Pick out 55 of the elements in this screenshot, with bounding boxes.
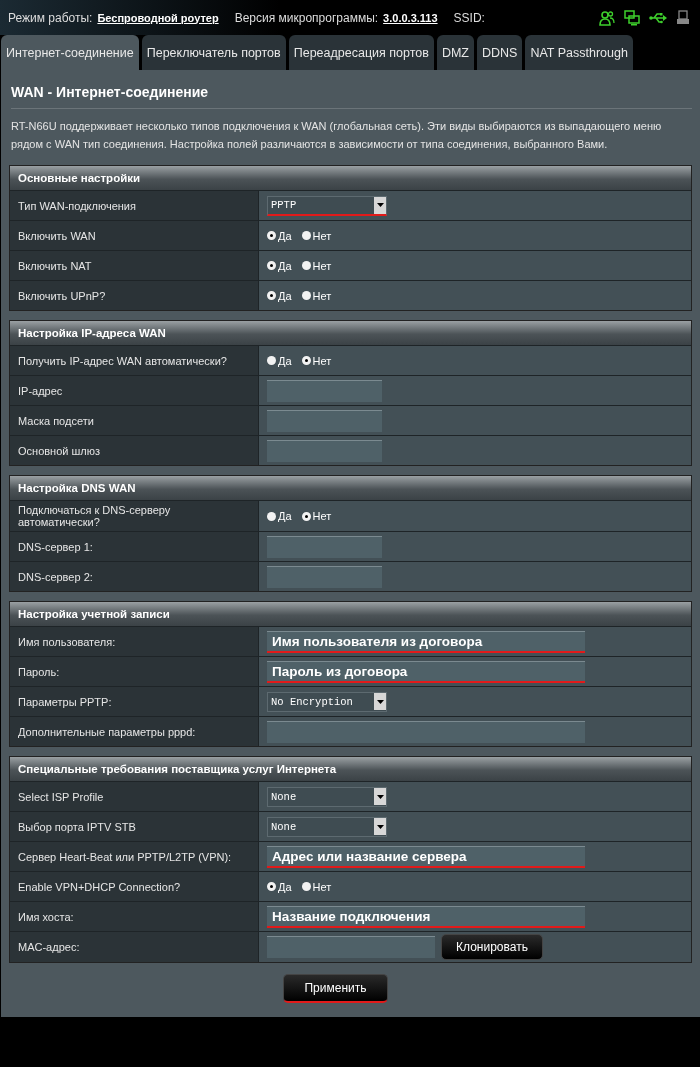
caret-icon — [376, 824, 384, 829]
dropdown[interactable]: PPTP — [267, 195, 387, 216]
tab[interactable]: DDNS — [476, 35, 523, 70]
tab[interactable]: Переадресация портов — [288, 35, 434, 70]
section-header: Настройка учетной записи — [10, 602, 691, 626]
dropdown[interactable]: None — [267, 816, 387, 837]
description-text: RT-N66U поддерживает несколько типов подключения к WAN (глобальная сеть). Эти виды выбираются из выпадающего меню рядом с WAN тип соединения. Настройка полей различаются в зависимости от типа соединения, выбранного Вами. — [11, 119, 663, 152]
page-title: WAN - Интернет-соединение — [11, 84, 692, 109]
tab[interactable]: DMZ — [436, 35, 474, 70]
input-field[interactable] — [267, 535, 382, 558]
apply-button[interactable]: Применить — [283, 974, 388, 1003]
input-field[interactable] — [267, 720, 585, 743]
radio-option[interactable]: Нет — [301, 289, 332, 302]
radio-option[interactable]: Нет — [301, 880, 332, 893]
radio-option[interactable]: Нет — [301, 354, 332, 367]
section-header: Основные настройки — [10, 166, 691, 190]
tab[interactable]: Переключатель портов — [141, 35, 286, 70]
firmware-label: Версия микропрограммы: — [234, 10, 379, 25]
input-field[interactable]: Адрес или название сервера — [267, 845, 585, 868]
mode-label: Режим работы: — [8, 10, 93, 25]
section-header: Настройка DNS WAN — [10, 476, 691, 500]
radio-option[interactable]: Да — [267, 510, 292, 522]
input-field[interactable] — [267, 439, 382, 462]
dropdown[interactable]: None — [267, 786, 387, 807]
radio-option[interactable]: Да — [267, 259, 292, 272]
radio-option[interactable]: Нет — [301, 229, 332, 242]
radio-option[interactable]: Да — [267, 289, 292, 302]
monitors-icon[interactable] — [624, 9, 640, 26]
mode-link[interactable]: Беспроводной роутер — [97, 11, 219, 24]
section-header: Специальные требования поставщика услуг Интернета — [10, 757, 691, 781]
printer-icon[interactable] — [676, 9, 690, 26]
input-field[interactable] — [267, 409, 382, 432]
input-field[interactable]: Название подключения — [267, 905, 585, 928]
radio-option[interactable]: Да — [267, 229, 292, 242]
caret-icon — [376, 699, 384, 704]
ssid-label: SSID: — [453, 10, 485, 25]
input-field[interactable] — [267, 379, 382, 402]
tab[interactable]: Интернет-соединение — [1, 35, 139, 70]
caret-icon — [376, 203, 384, 207]
input-field[interactable] — [267, 936, 435, 958]
tab[interactable]: NAT Passthrough — [525, 35, 633, 70]
section-header: Настройка IP-адреса WAN — [10, 321, 691, 345]
usb-icon[interactable] — [649, 11, 667, 24]
radio-option[interactable]: Нет — [301, 510, 332, 522]
caret-icon — [376, 794, 384, 799]
input-field[interactable]: Имя пользователя из договора — [267, 630, 585, 653]
input-field[interactable] — [267, 565, 382, 588]
radio-option[interactable]: Да — [267, 880, 292, 893]
radio-option[interactable]: Да — [267, 354, 292, 367]
dropdown[interactable]: No Encryption — [267, 691, 387, 712]
clone-button[interactable]: Клонировать — [441, 934, 543, 960]
firmware-link[interactable]: 3.0.0.3.113 — [383, 11, 438, 24]
input-field[interactable]: Пароль из договора — [267, 660, 585, 683]
people-icon[interactable] — [599, 9, 615, 26]
radio-option[interactable]: Нет — [301, 259, 332, 272]
